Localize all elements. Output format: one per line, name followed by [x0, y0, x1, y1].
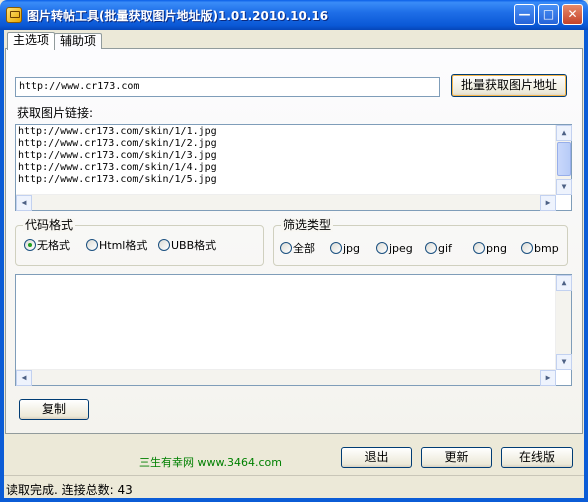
- tab-main-options[interactable]: 主选项: [7, 32, 56, 50]
- status-text: 读取完成. 连接总数: 43: [6, 483, 133, 497]
- radio-selected-icon: [24, 239, 36, 251]
- radio-icon: [425, 242, 437, 254]
- radio-icon: [280, 242, 292, 254]
- batch-fetch-button[interactable]: 批量获取图片地址: [451, 74, 567, 97]
- links-horizontal-scrollbar[interactable]: ◀ ▶: [16, 194, 556, 211]
- radio-icon: [86, 239, 98, 251]
- output-textarea[interactable]: ▲ ▼ ◀ ▶: [15, 274, 572, 386]
- close-button[interactable]: ✕: [562, 4, 583, 25]
- filter-type-group: 筛选类型 全部 jpg jpeg gif png bmp: [273, 218, 568, 266]
- radio-bmp[interactable]: bmp: [521, 242, 559, 256]
- copy-button[interactable]: 复制: [19, 399, 89, 420]
- url-input[interactable]: http://www.cr173.com: [15, 77, 440, 97]
- link-line: http://www.cr173.com/skin/1/1.jpg: [18, 126, 217, 137]
- scroll-down-icon[interactable]: ▼: [556, 354, 572, 370]
- radio-icon: [376, 242, 388, 254]
- site-link[interactable]: 三生有幸网 www.3464.com: [139, 454, 282, 470]
- links-list: http://www.cr173.com/skin/1/1.jpg http:/…: [16, 125, 556, 195]
- radio-icon: [330, 242, 342, 254]
- link-line: http://www.cr173.com/skin/1/3.jpg: [18, 150, 217, 161]
- scroll-right-icon[interactable]: ▶: [540, 195, 556, 211]
- update-button[interactable]: 更新: [421, 447, 492, 468]
- window-title: 图片转帖工具(批量获取图片地址版)1.01.2010.10.16: [27, 9, 329, 23]
- radio-all[interactable]: 全部: [280, 242, 315, 256]
- status-bar: 读取完成. 连接总数: 43: [4, 475, 584, 498]
- radio-icon: [521, 242, 533, 254]
- output-vertical-scrollbar[interactable]: ▲ ▼: [555, 275, 572, 370]
- maximize-button[interactable]: □: [538, 4, 559, 25]
- links-vertical-scrollbar[interactable]: ▲ ▼: [555, 125, 572, 195]
- radio-icon: [158, 239, 170, 251]
- radio-gif[interactable]: gif: [425, 242, 452, 256]
- radio-png[interactable]: png: [473, 242, 507, 256]
- link-line: http://www.cr173.com/skin/1/4.jpg: [18, 162, 217, 173]
- filter-type-title: 筛选类型: [281, 218, 334, 232]
- links-textarea[interactable]: http://www.cr173.com/skin/1/1.jpg http:/…: [15, 124, 572, 211]
- link-line: http://www.cr173.com/skin/1/2.jpg: [18, 138, 217, 149]
- scroll-left-icon[interactable]: ◀: [16, 195, 32, 211]
- scroll-thumb[interactable]: [557, 142, 571, 176]
- link-line: http://www.cr173.com/skin/1/5.jpg: [18, 174, 217, 185]
- radio-no-format[interactable]: 无格式: [24, 239, 70, 253]
- output-horizontal-scrollbar[interactable]: ◀ ▶: [16, 369, 556, 386]
- minimize-button[interactable]: —: [514, 4, 535, 25]
- radio-jpeg[interactable]: jpeg: [376, 242, 413, 256]
- scroll-right-icon[interactable]: ▶: [540, 370, 556, 386]
- radio-jpg[interactable]: jpg: [330, 242, 360, 256]
- scroll-left-icon[interactable]: ◀: [16, 370, 32, 386]
- scroll-up-icon[interactable]: ▲: [556, 275, 572, 291]
- code-format-group: 代码格式 无格式 Html格式 UBB格式: [15, 218, 264, 266]
- radio-html-format[interactable]: Html格式: [86, 239, 147, 253]
- scroll-down-icon[interactable]: ▼: [556, 179, 572, 195]
- radio-ubb-format[interactable]: UBB格式: [158, 239, 216, 253]
- radio-icon: [473, 242, 485, 254]
- exit-button[interactable]: 退出: [341, 447, 412, 468]
- scroll-up-icon[interactable]: ▲: [556, 125, 572, 141]
- links-label: 获取图片链接:: [17, 106, 94, 120]
- online-version-button[interactable]: 在线版: [501, 447, 573, 468]
- code-format-title: 代码格式: [23, 218, 76, 232]
- tab-auxiliary[interactable]: 辅助项: [54, 33, 103, 49]
- app-icon: [6, 7, 22, 23]
